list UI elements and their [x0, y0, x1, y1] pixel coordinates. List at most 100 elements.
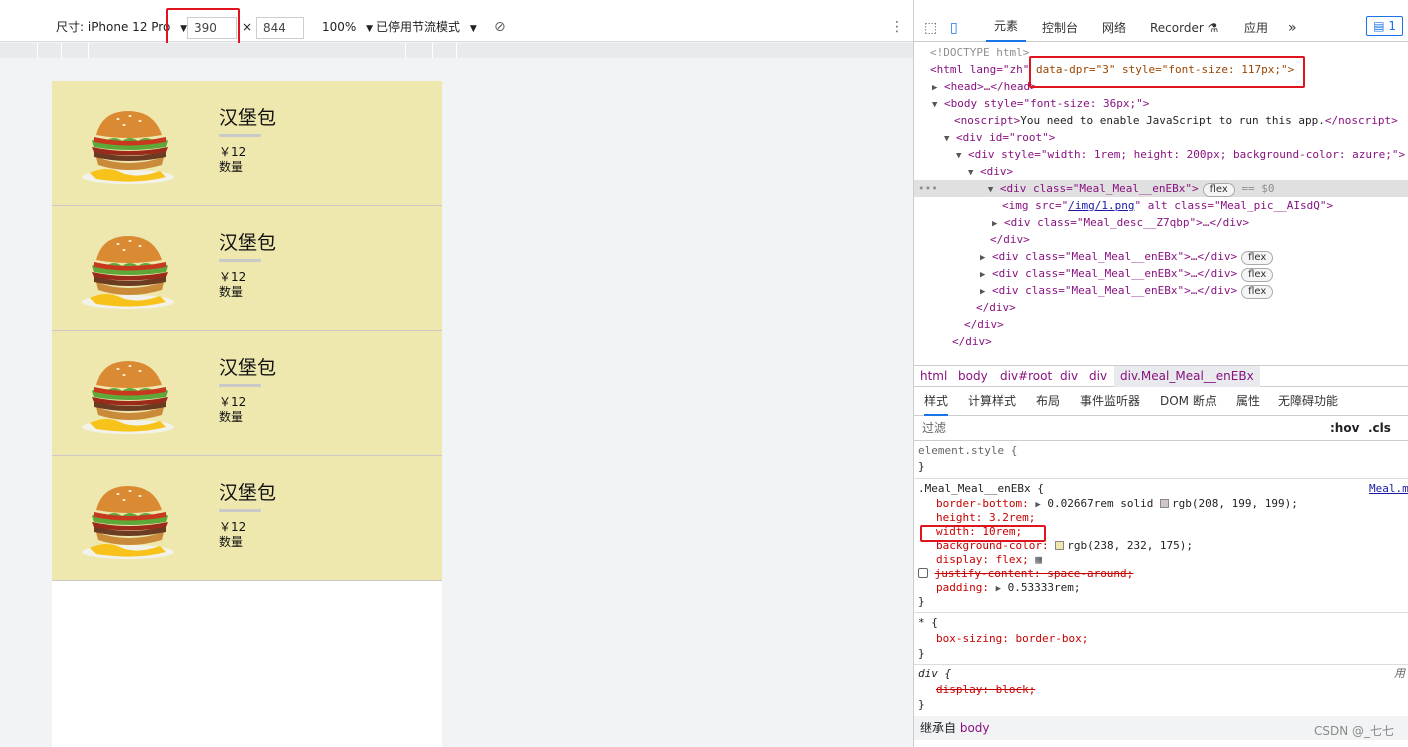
dom-doctype[interactable]: <!DOCTYPE html> [914, 44, 1408, 61]
meal-card[interactable]: 汉堡包 ￥12 数量 [52, 81, 442, 206]
color-swatch[interactable] [1055, 541, 1065, 550]
width-decl[interactable]: width: 10rem; [914, 525, 1408, 539]
flex-badge[interactable]: flex [1241, 251, 1274, 265]
element-style-selector[interactable]: element.style { [914, 444, 1408, 458]
more-options-icon[interactable]: ⋮ [890, 10, 904, 44]
rotate-icon[interactable]: ⊘ [494, 10, 506, 44]
more-tabs-icon[interactable]: » [1288, 10, 1297, 46]
body-tag: <body style="font-size: 36px;"> [944, 97, 1150, 110]
ruler-segment[interactable] [88, 43, 89, 58]
tab-properties[interactable]: 属性 [1236, 388, 1260, 415]
ruler-segment[interactable] [37, 43, 38, 58]
device-size-select[interactable]: 尺寸: iPhone 12 Pro ▼ [56, 10, 187, 46]
dom-meal-collapsed[interactable]: ▶ <div class="Meal_Meal__enEBx">…</div> f… [914, 248, 1408, 265]
hov-toggle[interactable]: :hov [1330, 417, 1359, 440]
expand-triangle-icon[interactable]: ▶ [980, 253, 985, 263]
box-sizing-decl[interactable]: box-sizing: border-box; [914, 632, 1408, 646]
inherited-source[interactable]: body [960, 721, 990, 735]
expand-triangle-icon[interactable]: ▶ [932, 83, 937, 93]
breadcrumb-item[interactable]: div#root [1000, 366, 1052, 387]
img-src-link[interactable]: /img/1.png [1068, 199, 1134, 212]
dom-img[interactable]: <img src="/img/1.png" alt class="Meal_pi… [914, 197, 1408, 214]
expand-triangle-icon[interactable]: ▶ [980, 287, 985, 297]
universal-selector[interactable]: * { [914, 616, 1408, 630]
tab-layout[interactable]: 布局 [1036, 388, 1060, 415]
breadcrumb-item[interactable]: html [920, 366, 947, 387]
tab-application[interactable]: 应用 [1244, 10, 1268, 46]
collapse-triangle-icon[interactable]: ▼ [988, 185, 993, 195]
dom-close-div[interactable]: </div> [914, 333, 1408, 350]
meal-rule-selector[interactable]: .Meal_Meal__enEBx { [914, 482, 1408, 496]
device-width-input[interactable]: 390 [187, 17, 237, 39]
ruler-segment[interactable] [61, 43, 62, 58]
collapse-triangle-icon[interactable]: ▼ [956, 151, 961, 161]
ellipsis-icon[interactable]: ••• [918, 182, 938, 195]
tab-dom-breakpoints[interactable]: DOM 断点 [1160, 388, 1217, 415]
dom-close-div[interactable]: </div> [914, 299, 1408, 316]
div-selector[interactable]: div { [914, 667, 1408, 681]
breadcrumb-item[interactable]: div [1060, 366, 1078, 387]
expand-triangle-icon[interactable]: ▶ [980, 270, 985, 280]
dom-close-div[interactable]: </div> [914, 316, 1408, 333]
zoom-select[interactable]: 100% ▼ [322, 10, 373, 46]
tab-computed[interactable]: 计算样式 [968, 388, 1016, 415]
ruler-segment[interactable] [405, 43, 406, 58]
ruler-segment[interactable] [432, 43, 433, 58]
dom-styled-div[interactable]: ▼ <div style="width: 1rem; height: 200px… [914, 146, 1408, 163]
breadcrumb-item[interactable]: div [1089, 366, 1107, 387]
tab-styles[interactable]: 样式 [924, 388, 949, 416]
tab-elements[interactable]: 元素 [986, 10, 1027, 42]
meal-source-link[interactable]: Meal.m [1369, 482, 1408, 495]
tab-recorder[interactable]: Recorder ⚗ [1150, 10, 1218, 46]
expand-triangle-icon[interactable]: ▶ [1035, 500, 1040, 510]
dom-meal-collapsed[interactable]: ▶ <div class="Meal_Meal__enEBx">…</div> f… [914, 282, 1408, 299]
tab-accessibility[interactable]: 无障碍功能 [1278, 388, 1338, 415]
dom-selected-meal[interactable]: ••• ▼ <div class="Meal_Meal__enEBx"> flex … [914, 180, 1408, 197]
collapse-triangle-icon[interactable]: ▼ [968, 168, 973, 178]
meal-card[interactable]: 汉堡包 ￥12 数量 [52, 206, 442, 331]
flex-badge[interactable]: flex [1241, 285, 1274, 299]
ruler-segment[interactable] [456, 43, 457, 58]
dom-inner-div[interactable]: ▼ <div> [914, 163, 1408, 180]
tab-network[interactable]: 网络 [1102, 10, 1126, 46]
tab-event-listeners[interactable]: 事件监听器 [1080, 388, 1140, 415]
throttle-select[interactable]: 已停用节流模式 ▼ [376, 10, 477, 46]
display-decl[interactable]: display: flex; ▦ [914, 553, 1408, 567]
breadcrumb-current[interactable]: div.Meal_Meal__enEBx [1114, 366, 1260, 387]
disable-checkbox[interactable] [918, 568, 928, 578]
height-decl[interactable]: height: 3.2rem; [914, 511, 1408, 525]
dom-noscript[interactable]: <noscript>You need to enable JavaScript … [914, 112, 1408, 129]
collapse-triangle-icon[interactable]: ▼ [944, 134, 949, 144]
device-toggle-icon[interactable]: ▯ [950, 20, 958, 36]
filter-input[interactable]: 过滤 [922, 417, 946, 440]
close-brace: } [918, 698, 925, 711]
flex-badge[interactable]: flex [1241, 268, 1274, 282]
flex-badge[interactable]: flex [1202, 183, 1235, 197]
color-swatch[interactable] [1159, 499, 1169, 508]
meal-rule-source[interactable]: Meal.m [1369, 482, 1408, 496]
meal-card[interactable]: 汉堡包 ￥12 数量 [52, 456, 442, 581]
selected-marker: == $0 [1241, 182, 1275, 195]
inspect-icon[interactable]: ⬚ [924, 20, 937, 36]
border-bottom-decl[interactable]: border-bottom: ▶ 0.02667rem solid rgb(20… [914, 497, 1408, 511]
cls-toggle[interactable]: .cls [1368, 417, 1391, 440]
justify-content-decl[interactable]: justify-content: space-around; [914, 567, 1408, 581]
collapse-triangle-icon[interactable]: ▼ [932, 100, 937, 110]
padding-decl[interactable]: padding: ▶ 0.53333rem; [914, 581, 1408, 595]
background-color-decl[interactable]: background-color: rgb(238, 232, 175); [914, 539, 1408, 553]
issues-button[interactable]: ▤ 1 [1366, 16, 1403, 36]
expand-triangle-icon[interactable]: ▶ [996, 584, 1001, 594]
expand-triangle-icon[interactable]: ▶ [992, 219, 997, 229]
device-height-input[interactable]: 844 [256, 17, 304, 39]
dom-root[interactable]: ▼ <div id="root"> [914, 129, 1408, 146]
dom-body[interactable]: ▼ <body style="font-size: 36px;"> [914, 95, 1408, 112]
dom-meal-collapsed[interactable]: ▶ <div class="Meal_Meal__enEBx">…</div> f… [914, 265, 1408, 282]
meal-card[interactable]: 汉堡包 ￥12 数量 [52, 331, 442, 456]
dom-html[interactable]: <html lang="zh" data-dpr="3" style="font… [914, 61, 1408, 78]
tab-console[interactable]: 控制台 [1042, 10, 1078, 46]
flex-editor-icon[interactable]: ▦ [1035, 553, 1042, 566]
dom-close-div[interactable]: </div> [914, 231, 1408, 248]
dom-desc-div[interactable]: ▶ <div class="Meal_desc__Z7qbp">…</div> [914, 214, 1408, 231]
breadcrumb-item[interactable]: body [958, 366, 988, 387]
dom-head[interactable]: ▶ <head>…</head> [914, 78, 1408, 95]
